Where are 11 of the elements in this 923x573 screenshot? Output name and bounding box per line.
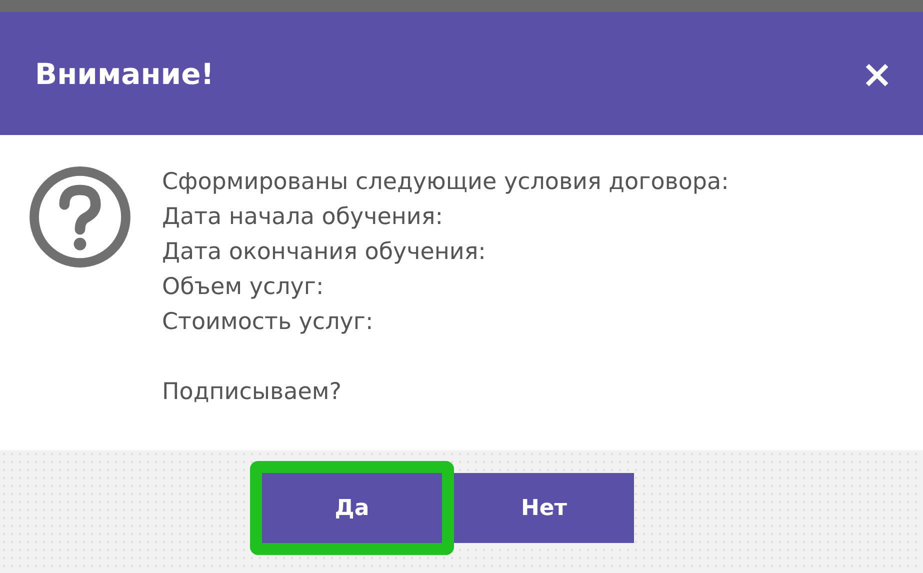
condition-text: Дата начала обучения: — [162, 203, 444, 232]
dialog-button[interactable]: Да — [262, 473, 442, 543]
question-icon — [28, 165, 132, 269]
dialog-button[interactable]: Нет — [454, 473, 634, 543]
close-button[interactable]: × — [861, 52, 893, 96]
condition-text: Дата окончания обучения: — [162, 238, 487, 267]
condition-text: Объем услуг: — [162, 273, 325, 302]
dialog-title: Внимание! — [35, 56, 214, 90]
question-text: Подписываем? — [162, 378, 342, 407]
condition-text: Стоимость услуг: — [162, 308, 374, 337]
condition-text: Сформированы следующие условия договора: — [162, 168, 729, 197]
